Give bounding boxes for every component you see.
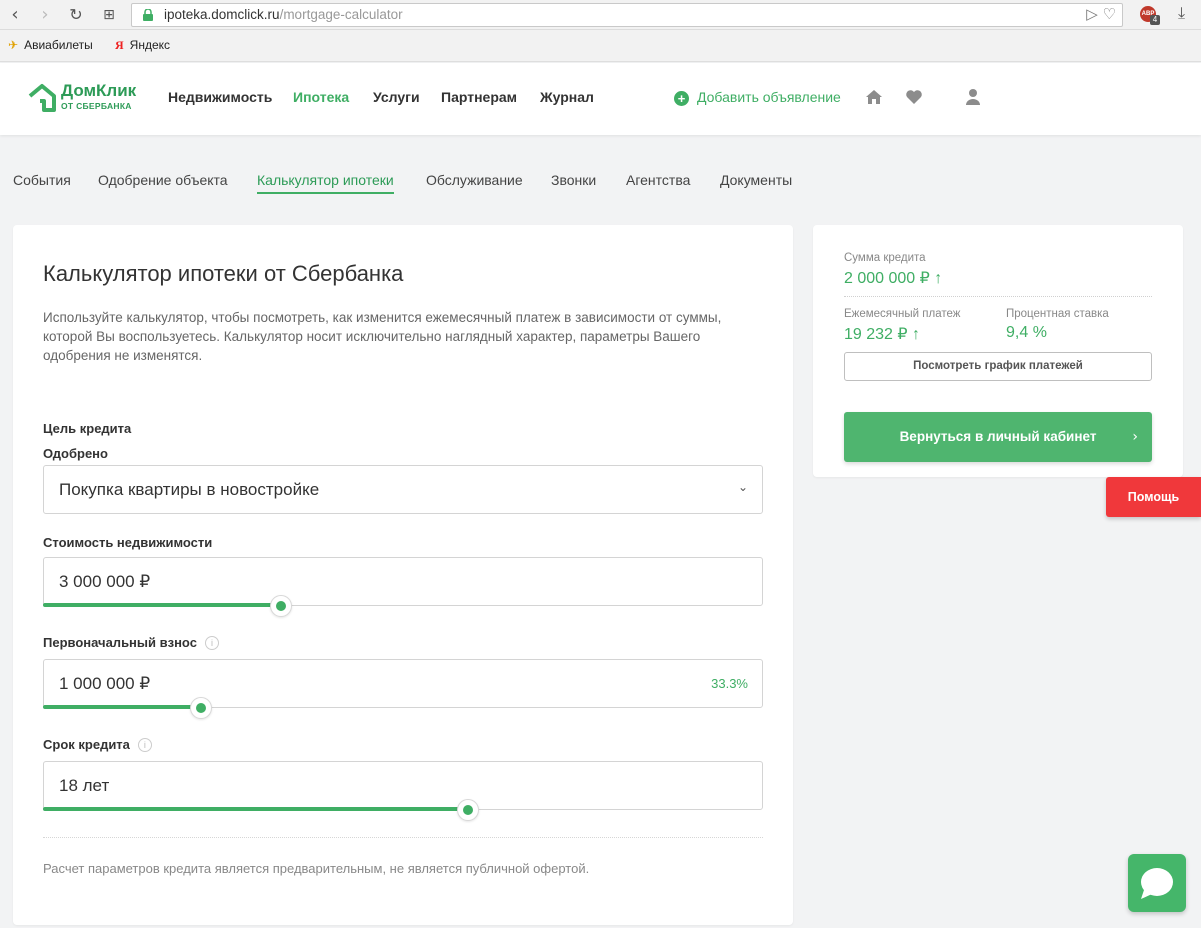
bookmark-label: Яндекс [129,38,171,52]
url-actions: ▷ ♡ [1086,5,1116,23]
property-cost-input[interactable]: 3 000 000 ₽ [43,557,763,606]
apps-grid-icon[interactable]: ⊞ [98,4,120,26]
loan-summary-card: Сумма кредита 2 000 000 ₽ ↑ Ежемесячный … [813,225,1183,477]
nav-zhurnal[interactable]: Журнал [540,89,594,105]
loan-amount-label: Сумма кредита [844,252,926,264]
favorites-heart-icon[interactable] [904,87,924,107]
tab-odobrenie-obekta[interactable]: Одобрение объекта [98,172,228,188]
add-listing-link[interactable]: + Добавить объявление [674,89,841,106]
chevron-right-icon: › [1132,429,1138,445]
downpayment-label: Первоначальный взнос i [43,635,219,650]
property-slider-handle[interactable] [269,595,292,617]
monthly-payment-value: 19 232 ₽ ↑ [844,326,921,343]
nav-uslugi[interactable]: Услуги [373,89,420,105]
back-to-cabinet-button[interactable]: Вернуться в личный кабинет › [844,412,1152,462]
tab-obsluzhivanie[interactable]: Обслуживание [426,172,523,188]
url-path: /mortgage-calculator [279,7,403,22]
forward-icon[interactable]: › [34,4,56,26]
divider [43,837,763,838]
payment-schedule-button[interactable]: Посмотреть график платежей [844,352,1152,381]
yandex-icon: Я [115,38,124,52]
house-logo-icon [28,84,56,112]
info-icon[interactable]: i [137,738,152,752]
property-slider-fill [43,603,281,607]
info-icon[interactable]: i [204,636,219,650]
disclaimer-text: Расчет параметров кредита является предв… [43,861,590,876]
download-icon[interactable]: ⤓ [1178,3,1185,23]
tab-kalkulyator-ipoteki[interactable]: Калькулятор ипотеки [257,172,394,194]
property-cost-value: 3 000 000 ₽ [59,572,151,591]
bookmark-label: Авиабилеты [24,38,93,52]
tab-agentstva[interactable]: Агентства [626,172,690,188]
heart-outline-icon[interactable]: ♡ [1103,5,1116,23]
bookmark-yandex[interactable]: Я Яндекс [115,38,170,53]
logo-subtitle: ОТ СБЕРБАНКА [61,101,132,111]
purpose-value: Покупка квартиры в новостройке [59,480,320,499]
extension-badge: 4 [1150,15,1160,25]
interest-rate-value: 9,4 % [1006,324,1047,341]
term-slider-fill [43,807,468,811]
property-cost-label: Стоимость недвижимости [43,535,213,550]
summary-divider [844,296,1152,297]
tab-dokumenty[interactable]: Документы [720,172,792,188]
term-label: Срок кредита i [43,737,152,752]
loan-amount-value: 2 000 000 ₽ ↑ [844,270,943,287]
browser-toolbar: ‹ › ↻ ⊞ ipoteka.domclick.ru/mortgage-cal… [0,0,1201,30]
home-icon[interactable] [864,87,884,107]
bookmarks-bar: ✈ Авиабилеты Я Яндекс [0,30,1201,62]
calculator-description: Используйте калькулятор, чтобы посмотрет… [43,310,722,363]
reload-icon[interactable]: ↻ [65,4,87,26]
help-button[interactable]: Помощь [1106,477,1201,517]
user-profile-icon[interactable] [963,87,983,107]
interest-rate-label: Процентная ставка [1006,308,1109,320]
chevron-down-icon: ⌄ [737,480,748,494]
downpayment-percent: 33.3% [711,676,748,691]
term-input[interactable]: 18 лет [43,761,763,810]
downpayment-input[interactable]: 1 000 000 ₽ 33.3% [43,659,763,708]
back-to-cabinet-label: Вернуться в личный кабинет [899,429,1097,444]
approved-label: Одобрено [43,446,108,461]
purpose-label: Цель кредита [43,421,132,436]
chat-bubble-icon [1141,868,1173,899]
chat-button[interactable] [1128,854,1186,912]
nav-partneram[interactable]: Партнерам [441,89,517,105]
url-text: ipoteka.domclick.ru/mortgage-calculator [164,7,403,22]
site-header: ДомКлик ОТ СБЕРБАНКА Недвижимость Ипотек… [0,63,1201,135]
downpayment-label-text: Первоначальный взнос [43,635,197,650]
tab-sobytiya[interactable]: События [13,172,71,188]
add-listing-label: Добавить объявление [697,89,841,105]
url-domain: ipoteka.domclick.ru [164,7,280,22]
logo-title: ДомКлик [61,81,137,100]
term-value: 18 лет [59,776,110,795]
address-bar[interactable]: ipoteka.domclick.ru/mortgage-calculator … [131,3,1123,27]
term-label-text: Срок кредита [43,737,130,752]
lock-icon [143,9,153,21]
send-icon[interactable]: ▷ [1086,5,1098,23]
purpose-select[interactable]: Покупка квартиры в новостройке ⌄ [43,465,763,514]
back-icon[interactable]: ‹ [4,4,26,26]
nav-ipoteka[interactable]: Ипотека [293,89,349,105]
page-title: Калькулятор ипотеки от Сбербанка [43,261,404,286]
bookmark-aviabilety[interactable]: ✈ Авиабилеты [8,38,93,52]
downpayment-value: 1 000 000 ₽ [59,674,151,693]
downpayment-slider-handle[interactable] [190,697,213,719]
term-slider-handle[interactable] [456,799,479,821]
downpayment-slider-fill [43,705,202,709]
nav-nedvizhimost[interactable]: Недвижимость [168,89,272,105]
monthly-payment-label: Ежемесячный платеж [844,308,961,320]
plus-circle-icon: + [674,91,689,106]
tab-zvonki[interactable]: Звонки [551,172,596,188]
plane-icon: ✈ [8,38,19,52]
calculator-card: Калькулятор ипотеки от Сбербанка Использ… [13,225,793,925]
